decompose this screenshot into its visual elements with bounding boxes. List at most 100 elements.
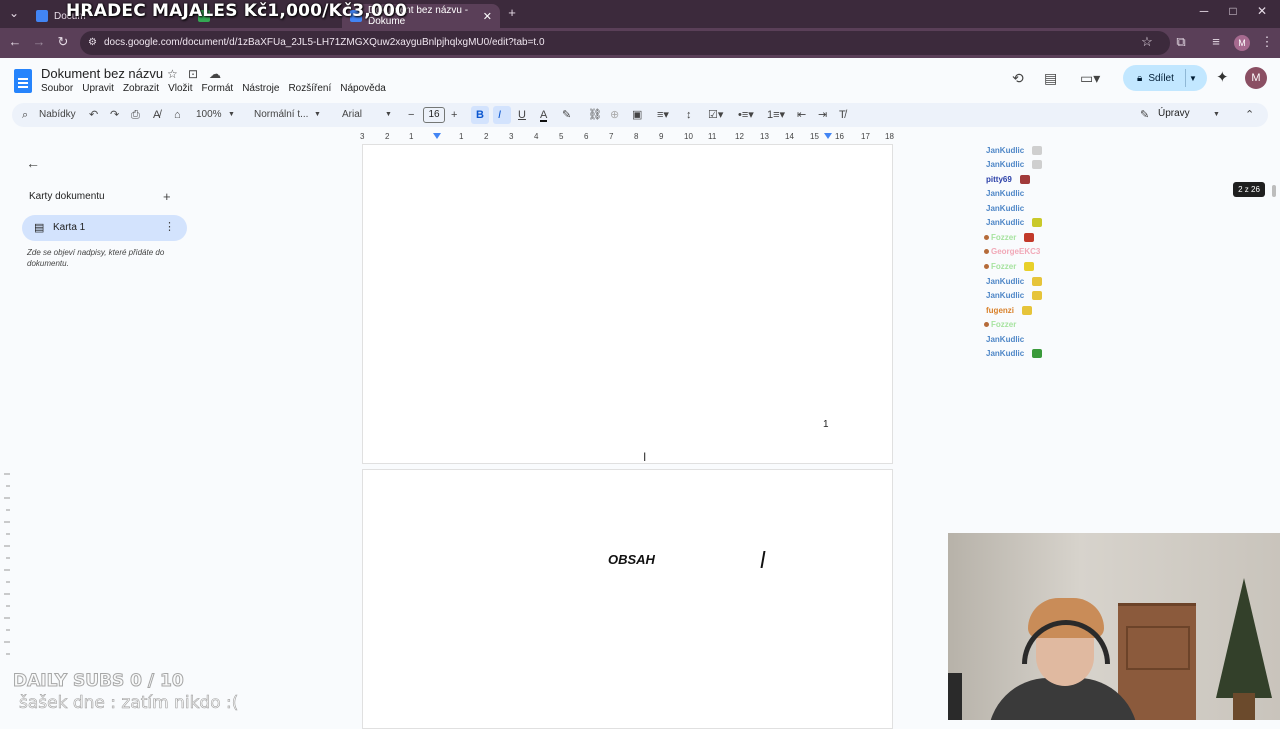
close-outline-back-icon[interactable]: ←	[26, 155, 40, 171]
menu-nastroje[interactable]: Nástroje	[242, 83, 279, 94]
font-size-input[interactable]: 16	[423, 107, 445, 123]
docs-logo-icon[interactable]	[14, 69, 32, 93]
document-page-1[interactable]	[362, 144, 893, 464]
share-dropdown-icon[interactable]: ▼	[1189, 74, 1197, 83]
chat-message: Fozzer	[984, 260, 1035, 272]
zoom-select[interactable]: 100%	[196, 108, 222, 122]
maximize-button[interactable]: □	[1223, 4, 1243, 18]
forward-icon[interactable]: →	[30, 34, 48, 49]
mode-dropdown-icon[interactable]: ▼	[1213, 108, 1220, 122]
new-tab-button[interactable]: +	[502, 5, 522, 20]
horizontal-ruler[interactable]: 3 2 1 1 2 3 4 5 6 7 8 9 10 11 12 13 14 1…	[360, 130, 894, 143]
chat-message: pitty69	[986, 173, 1030, 185]
left-indent-marker[interactable]	[433, 133, 441, 139]
edit-mode-select[interactable]: Úpravy	[1158, 108, 1190, 119]
search-menus-label[interactable]: Nabídky	[39, 108, 76, 122]
outline-empty-note: Zde se objeví nadpisy, které přidáte do …	[27, 248, 165, 268]
chat-message: Fozzer	[984, 318, 1016, 330]
tab-options-icon[interactable]: ⋮	[164, 220, 175, 233]
print-icon[interactable]: ⎙	[131, 108, 140, 122]
account-avatar[interactable]: M	[1245, 67, 1267, 89]
menu-vlozit[interactable]: Vložit	[168, 83, 192, 94]
font-select[interactable]: Arial	[342, 108, 362, 122]
line-spacing-icon[interactable]: ↕	[686, 108, 692, 122]
font-dropdown-icon[interactable]: ▼	[385, 108, 392, 122]
daily-subs-counter: DAILY SUBS 0 / 10	[13, 671, 185, 692]
right-indent-marker[interactable]	[824, 133, 832, 139]
style-dropdown-icon[interactable]: ▼	[314, 108, 321, 122]
browser-menu-icon[interactable]: ⋮	[1258, 34, 1276, 50]
menu-napoveda[interactable]: Nápověda	[340, 83, 386, 94]
menu-soubor[interactable]: Soubor	[41, 83, 73, 94]
decrease-font-icon[interactable]: −	[408, 108, 414, 122]
tab-search-icon[interactable]: ⌄	[4, 6, 24, 20]
chat-emote-icon	[1022, 305, 1032, 315]
chat-message: JanKudlic	[986, 216, 1043, 228]
paint-format-icon[interactable]: ⌂	[174, 108, 181, 122]
menu-rozsireni[interactable]: Rozšíření	[288, 83, 331, 94]
menu-zobrazit[interactable]: Zobrazit	[123, 83, 159, 94]
close-tab-icon[interactable]: ✕	[483, 10, 492, 23]
bulleted-list-icon[interactable]: •≡▾	[738, 108, 754, 122]
contents-heading[interactable]: OBSAH	[608, 552, 655, 567]
chat-username: JanKudlic	[986, 348, 1025, 358]
close-window-button[interactable]: ✕	[1252, 4, 1272, 18]
zoom-dropdown-icon[interactable]: ▼	[228, 108, 235, 122]
chat-message: Fozzer	[984, 231, 1035, 243]
chat-username: pitty69	[986, 174, 1012, 184]
document-tabs-heading: Karty dokumentu	[29, 191, 105, 202]
scrollbar-thumb[interactable]	[1272, 185, 1276, 197]
hide-menus-icon[interactable]: ⌃	[1245, 108, 1254, 122]
chat-message: JanKudlic	[986, 333, 1024, 345]
document-tab-icon: ▤	[34, 222, 45, 234]
style-select[interactable]: Normální t...	[254, 108, 308, 122]
minimize-button[interactable]: ─	[1194, 4, 1214, 18]
site-info-icon[interactable]: ⚙	[88, 37, 97, 48]
increase-font-icon[interactable]: +	[451, 108, 457, 122]
back-icon[interactable]: ←	[6, 34, 24, 49]
text-color-icon[interactable]: A	[540, 108, 548, 122]
url-field[interactable]: docs.google.com/document/d/1zBaXFUa_2JL5…	[80, 31, 1170, 55]
clear-formatting-icon[interactable]: T̸	[839, 108, 846, 122]
redo-icon[interactable]: ↷	[110, 108, 119, 122]
browser-profile-avatar[interactable]: M	[1234, 35, 1250, 51]
bookmark-star-icon[interactable]: ☆	[1138, 34, 1156, 50]
share-button[interactable]: 🔒︎ Sdílet ▼	[1123, 65, 1207, 91]
extensions-icon[interactable]: ⧉	[1172, 34, 1190, 50]
webcam-tree	[1216, 578, 1272, 698]
reload-icon[interactable]: ↻	[54, 34, 72, 50]
page-count-badge: 2 z 26	[1233, 182, 1265, 197]
document-page-2[interactable]	[362, 469, 893, 729]
checklist-icon[interactable]: ☑▾	[708, 108, 723, 122]
menu-format[interactable]: Formát	[202, 83, 234, 94]
align-icon[interactable]: ≡▾	[657, 108, 669, 122]
numbered-list-icon[interactable]: 1≡▾	[767, 108, 785, 122]
add-comment-icon[interactable]: ⊕	[610, 108, 619, 122]
star-icon[interactable]: ☆	[167, 67, 178, 81]
search-menus-icon[interactable]: ⌕	[22, 108, 28, 122]
insert-image-icon[interactable]: ▣	[632, 108, 642, 122]
gemini-icon[interactable]: ✦	[1216, 68, 1229, 86]
vertical-ruler[interactable]	[0, 468, 10, 720]
italic-icon[interactable]: I	[498, 108, 501, 122]
link-icon[interactable]: ⛓	[588, 108, 602, 122]
bold-icon[interactable]: B	[476, 108, 484, 122]
undo-icon[interactable]: ↶	[89, 108, 98, 122]
chat-badge-icon	[984, 263, 989, 269]
spellcheck-icon[interactable]: A̸	[153, 108, 160, 122]
document-title[interactable]: Dokument bez názvu	[41, 66, 163, 81]
move-folder-icon[interactable]: ⊡	[188, 67, 198, 81]
chat-username: Fozzer	[991, 232, 1017, 242]
increase-indent-icon[interactable]: ⇥	[818, 108, 827, 122]
version-history-icon[interactable]: ⟲	[1012, 70, 1024, 87]
underline-icon[interactable]: U	[518, 108, 526, 122]
sidebar-tab-karta-1[interactable]	[22, 215, 187, 241]
menu-upravit[interactable]: Upravit	[82, 83, 114, 94]
comments-icon[interactable]: ▤	[1044, 70, 1057, 87]
reading-list-icon[interactable]: ≡	[1207, 34, 1225, 49]
highlight-icon[interactable]: ✎	[562, 108, 571, 122]
add-tab-icon[interactable]: +	[163, 189, 171, 204]
decrease-indent-icon[interactable]: ⇤	[797, 108, 806, 122]
meet-icon[interactable]: ▭▾	[1080, 70, 1100, 87]
cloud-status-icon[interactable]: ☁	[209, 67, 221, 81]
